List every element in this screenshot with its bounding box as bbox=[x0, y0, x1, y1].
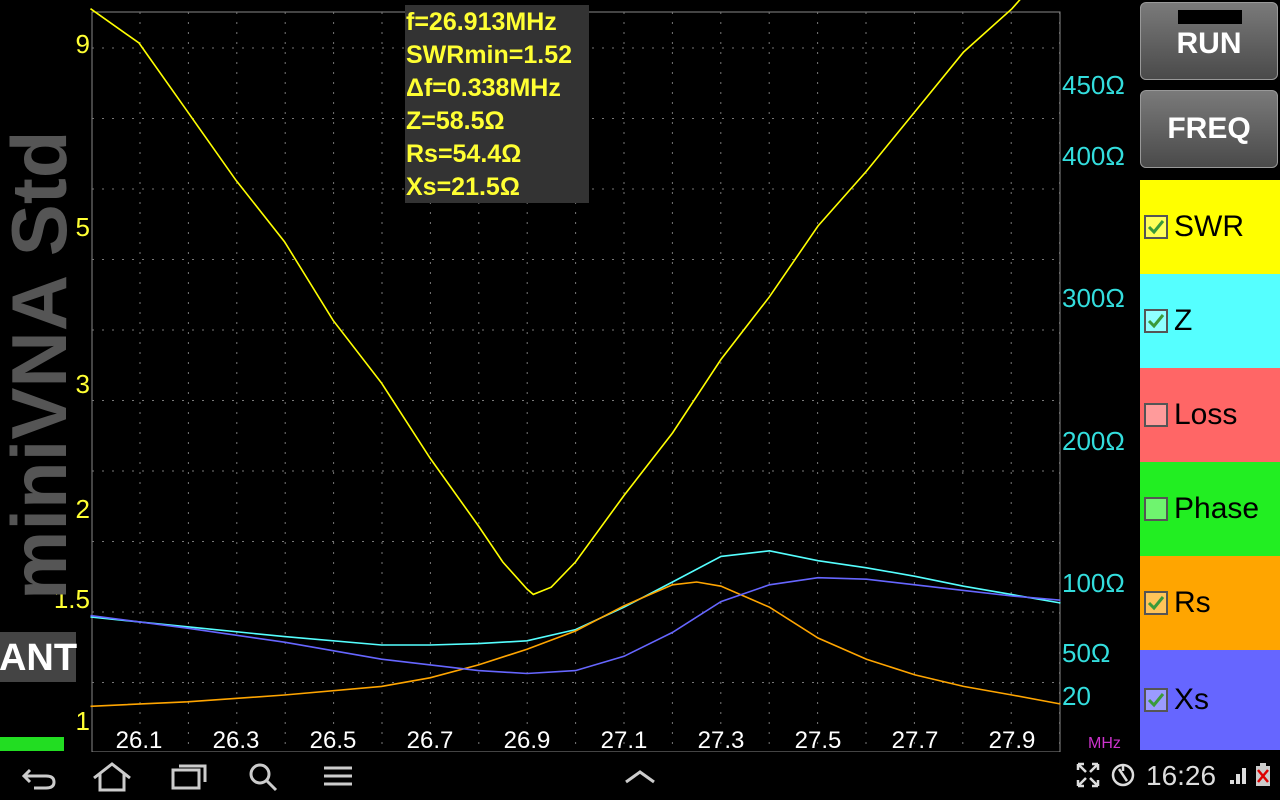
toggle-z[interactable]: Z bbox=[1140, 274, 1280, 368]
right-tick-label: 50Ω bbox=[1062, 638, 1110, 668]
readout-line: f=26.913MHz bbox=[406, 8, 557, 36]
x-tick-label: 27.3 bbox=[698, 727, 745, 752]
readout-line: Δf=0.338MHz bbox=[406, 74, 561, 102]
rs-checkbox[interactable] bbox=[1144, 591, 1168, 615]
readout-line: SWRmin=1.52 bbox=[406, 41, 572, 69]
system-navbar bbox=[0, 752, 1280, 800]
toggle-rs[interactable]: Rs bbox=[1140, 556, 1280, 650]
right-axis: 450Ω 400Ω 300Ω 200Ω 100Ω 50Ω 20 bbox=[1062, 70, 1125, 711]
run-indicator bbox=[1178, 10, 1242, 24]
phase-checkbox[interactable] bbox=[1144, 497, 1168, 521]
home-icon[interactable] bbox=[92, 762, 132, 792]
toggle-loss[interactable]: Loss bbox=[1140, 368, 1280, 462]
toggle-label: Phase bbox=[1174, 492, 1260, 525]
toggle-label: Z bbox=[1174, 304, 1193, 337]
chevron-up-icon[interactable] bbox=[622, 762, 658, 792]
run-button[interactable]: RUN bbox=[1140, 2, 1278, 80]
toggle-label: Rs bbox=[1174, 586, 1211, 619]
toggle-label: Loss bbox=[1174, 398, 1238, 431]
x-tick-label: 27.7 bbox=[892, 727, 939, 752]
check-icon bbox=[1147, 596, 1165, 611]
x-tick-label: 27.5 bbox=[795, 727, 842, 752]
right-tick-label: 100Ω bbox=[1062, 568, 1125, 598]
readout-line: Xs=21.5Ω bbox=[406, 173, 520, 201]
clock: 16:26 bbox=[1146, 760, 1217, 791]
toggle-label: SWR bbox=[1174, 210, 1244, 243]
x-tick-label: 26.9 bbox=[504, 727, 551, 752]
x-tick-label: 26.3 bbox=[213, 727, 260, 752]
ant-button-label: ANT bbox=[0, 637, 77, 679]
toggle-label: Xs bbox=[1174, 683, 1210, 716]
xs-checkbox[interactable] bbox=[1144, 688, 1168, 712]
chart-plot[interactable]: 95321.51 450Ω400Ω300Ω200Ω100Ω50Ω20 26.1 2… bbox=[0, 0, 1140, 752]
readout-line: Rs=54.4Ω bbox=[406, 140, 521, 168]
x-tick-label: 27.1 bbox=[601, 727, 648, 752]
sync-icon bbox=[1111, 763, 1135, 787]
search-icon[interactable] bbox=[248, 762, 280, 792]
freq-button-label: FREQ bbox=[1167, 112, 1251, 145]
right-tick-label: 450Ω bbox=[1062, 70, 1125, 100]
right-tick-label: 300Ω bbox=[1062, 283, 1125, 313]
right-tick-label: 200Ω bbox=[1062, 426, 1125, 456]
toggle-swr[interactable]: SWR bbox=[1140, 180, 1280, 274]
brand-watermark: miniVNA Std bbox=[0, 131, 83, 600]
run-button-label: RUN bbox=[1176, 27, 1242, 60]
signal-bar bbox=[0, 737, 64, 751]
right-tick-label: 20 bbox=[1062, 681, 1091, 711]
recent-apps-icon[interactable] bbox=[170, 762, 210, 792]
z-checkbox[interactable] bbox=[1144, 309, 1168, 333]
x-tick-label: 27.9 bbox=[989, 727, 1036, 752]
x-tick-label: 26.5 bbox=[310, 727, 357, 752]
right-tick-label: 400Ω bbox=[1062, 141, 1125, 171]
left-tick-label: 1 bbox=[76, 706, 90, 736]
x-tick-label: 26.1 bbox=[116, 727, 163, 752]
loss-checkbox[interactable] bbox=[1144, 403, 1168, 427]
readout-line: Z=58.5Ω bbox=[406, 107, 505, 135]
x-tick-label: 26.7 bbox=[407, 727, 454, 752]
signal-icon bbox=[1230, 768, 1246, 784]
fullscreen-icon[interactable] bbox=[1076, 762, 1100, 788]
check-icon bbox=[1147, 314, 1165, 329]
toggle-xs[interactable]: Xs bbox=[1140, 650, 1280, 750]
freq-button[interactable]: FREQ bbox=[1140, 90, 1278, 168]
menu-icon[interactable] bbox=[322, 762, 354, 792]
battery-icon bbox=[1256, 763, 1270, 786]
right-panel: RUN FREQ SWR Z Loss Phase Rs Xs bbox=[1140, 0, 1280, 752]
left-tick-label: 9 bbox=[76, 29, 90, 59]
check-icon bbox=[1147, 693, 1165, 708]
swr-checkbox[interactable] bbox=[1144, 215, 1168, 239]
toggle-phase[interactable]: Phase bbox=[1140, 462, 1280, 556]
x-unit-label: MHz bbox=[1088, 735, 1121, 752]
back-icon[interactable] bbox=[20, 762, 60, 792]
check-icon bbox=[1147, 220, 1165, 235]
